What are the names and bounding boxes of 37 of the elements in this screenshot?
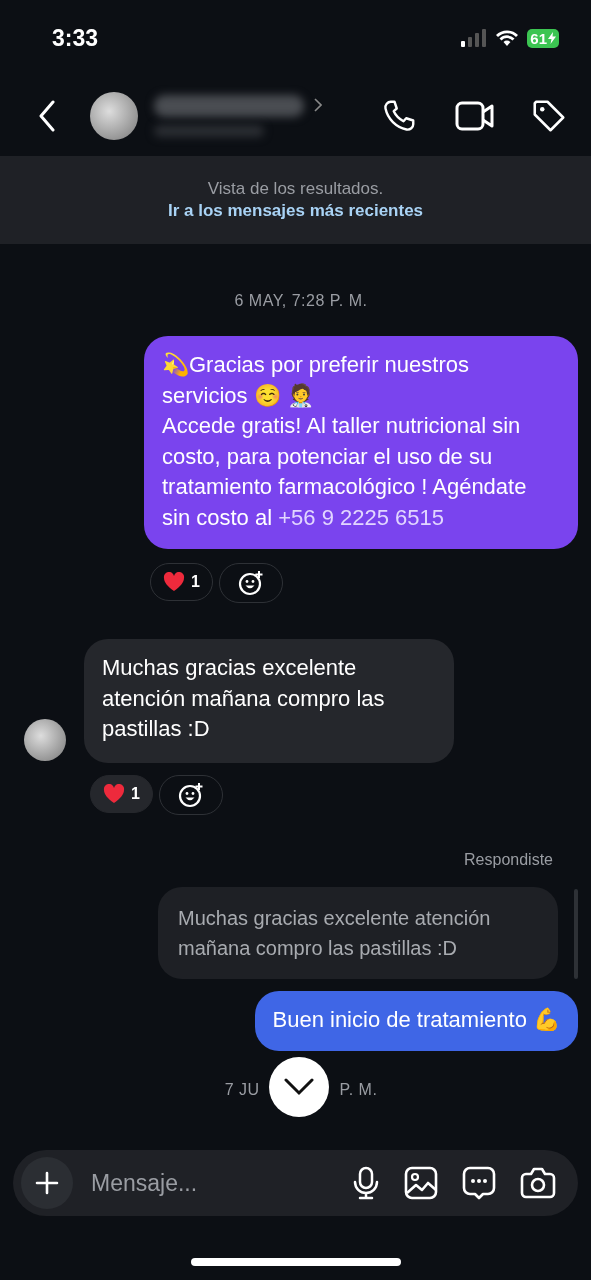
chevron-down-icon [284,1078,314,1096]
tag-icon[interactable] [531,98,567,134]
date-label: 7 JU [224,1081,260,1099]
charging-bolt-icon [548,32,556,44]
message-text: Muchas gracias excelente atención mañana compro las pastillas :D [102,654,386,743]
image-icon[interactable] [404,1166,438,1200]
microphone-icon[interactable] [352,1166,380,1200]
avatar[interactable] [24,718,66,761]
quoted-message-text: Muchas gracias excelente atención mañana compro las pastillas :D [178,905,492,961]
phone-icon[interactable] [381,98,417,134]
phone-link[interactable]: +56 9 2225 6515 [278,504,444,530]
banner-text: Vista de los resultados. Ir a los mensajes más recientes [40,178,551,222]
camera-icon[interactable] [520,1167,556,1199]
heart-reaction[interactable]: 1 [90,774,153,813]
latest-messages-link[interactable]: Ir a los mensajes más recientes [40,200,551,222]
message-text: 💫Gracias por preferir nuestros servicios ☺ 🧑‍⚕ Accede gratis! Al taller nutricional sin costo, para potenciar el uso de su tratamiento farmacológico ! Agéndate sin costo al +56 9 2225 6515 [162,351,528,532]
chevron-icon [314,98,322,112]
replied-label: Respondiste [464,850,553,869]
message-text: Buen inicio de tratamiento 💪 [272,1005,560,1034]
chat-bubble-icon[interactable] [462,1166,496,1200]
back-icon[interactable] [38,100,56,132]
date-label: P. M. [339,1081,378,1099]
heart-icon [103,783,125,804]
message-input[interactable]: Mensaje... [89,1168,328,1198]
smiley-plus-icon [177,781,204,808]
video-camera-icon[interactable] [455,100,495,132]
clock-time: 3:33 [52,24,99,52]
battery-level: 61 [527,28,559,48]
add-button[interactable] [21,1157,73,1209]
wifi-icon [495,29,520,47]
avatar[interactable] [90,92,138,140]
signal-icon [461,29,488,47]
smiley-plus-icon [237,570,264,596]
plus-icon [35,1171,59,1195]
date-label: 6 MAY, 7:28 P. M. [234,292,368,310]
scroll-down-button[interactable] [269,1057,329,1117]
heart-icon [163,572,185,592]
